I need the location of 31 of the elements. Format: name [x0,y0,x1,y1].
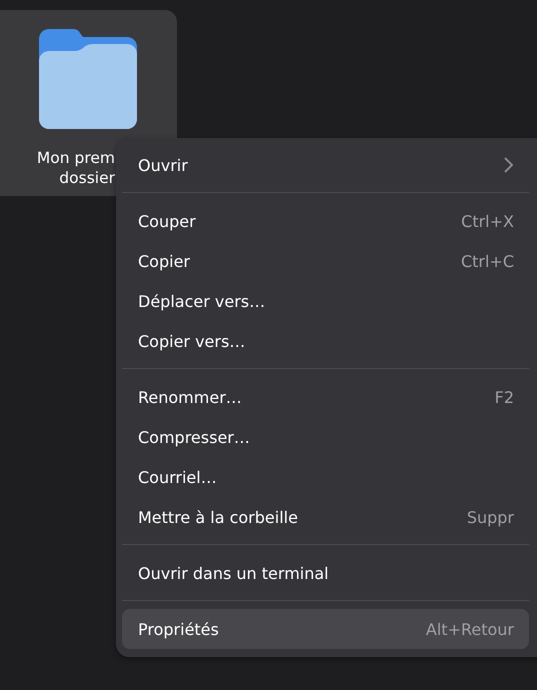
menu-item-label: Déplacer vers… [138,292,266,310]
folder-icon [39,29,137,129]
menu-item[interactable]: Copier vers… [122,321,529,361]
menu-item[interactable]: Copier Ctrl+C [122,241,529,281]
menu-item-label: Compresser… [138,428,251,446]
menu-item[interactable]: Couper Ctrl+X [122,201,529,241]
menu-item-label: Ouvrir dans un terminal [138,564,330,582]
menu-item[interactable]: Ouvrir dans un terminal [122,553,529,593]
menu-item[interactable]: Renommer… F2 [122,377,529,417]
menu-item-label: Copier vers… [138,332,246,350]
menu-item-label: Copier [138,252,191,270]
menu-item-label: Couper [138,212,197,230]
chevron-right-icon [504,157,513,173]
menu-item-label: Courriel… [138,468,218,486]
menu-item[interactable]: Courriel… [122,457,529,497]
shortcut-label: F2 [494,388,514,406]
shortcut-label: Alt+Retour [426,620,514,638]
menu-item[interactable]: Compresser… [122,417,529,457]
menu-item-label: Propriétés [138,620,220,638]
shortcut-label: Ctrl+X [461,212,514,230]
menu-item-label: Ouvrir [138,156,189,174]
menu-item-label: Mettre à la corbeille [138,508,299,526]
shortcut-label: Ctrl+C [460,252,514,270]
shortcut-label: Suppr [466,508,514,526]
menu-item[interactable]: Mettre à la corbeille Suppr [122,497,529,537]
menu-item-label: Renommer… [138,388,243,406]
menu-item[interactable]: Déplacer vers… [122,281,529,321]
menu-item[interactable]: Propriétés Alt+Retour [122,609,529,649]
folder-name: Mon prem [36,148,115,168]
folder-name: dossier [59,168,115,188]
menu-item[interactable]: Ouvrir [122,145,529,185]
